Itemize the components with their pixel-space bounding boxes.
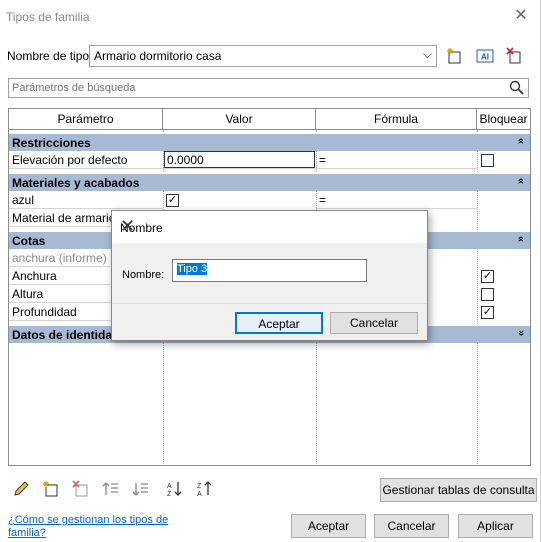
param-formula[interactable]: = — [316, 151, 477, 169]
manage-lookup-tables-button[interactable]: Gestionar tablas de consulta — [380, 478, 537, 502]
pencil-icon — [14, 481, 29, 496]
close-icon[interactable]: ✕ — [509, 5, 533, 27]
group-label: Materiales y acabados — [12, 176, 140, 190]
svg-text:Z: Z — [167, 491, 172, 498]
delete-parameter-icon — [72, 480, 88, 497]
sort-descending-button[interactable]: ZA — [194, 478, 216, 500]
column-header-value[interactable]: Valor — [163, 109, 316, 129]
window-title: Tipos de familia — [6, 10, 90, 24]
delete-type-icon — [506, 47, 521, 64]
chevron-down-icon: ⌵ — [422, 47, 432, 61]
column-header-formula[interactable]: Fórmula — [316, 109, 477, 129]
collapse-icon[interactable]: » — [515, 236, 527, 242]
move-down-icon — [132, 483, 148, 496]
lock-checkbox[interactable] — [481, 154, 494, 167]
dialog-close-icon[interactable]: ✕ — [120, 216, 419, 237]
dialog-ok-button[interactable]: Aceptar — [235, 312, 323, 334]
type-name-label: Nombre de tipo: — [7, 49, 93, 63]
sort-ascending-icon: AZ — [167, 482, 182, 498]
column-header-parameter[interactable]: Parámetro — [9, 109, 163, 129]
type-name-combobox[interactable]: Armario dormitorio casa ⌵ — [89, 45, 437, 67]
type-name-value: Armario dormitorio casa — [94, 49, 222, 63]
lock-checkbox[interactable]: ✓ — [481, 270, 494, 283]
rename-type-button[interactable]: AI — [473, 45, 497, 67]
svg-text:AI: AI — [481, 53, 489, 62]
svg-text:A: A — [167, 483, 172, 490]
column-header-lock[interactable]: Bloquear — [477, 109, 530, 129]
param-value-input[interactable]: 0.0000 — [164, 151, 315, 168]
dialog-footer: Aceptar Cancelar — [112, 304, 427, 341]
param-value-cell[interactable]: 0.0000 — [163, 151, 316, 169]
name-label: Nombre: — [122, 269, 165, 281]
move-up-icon — [102, 482, 118, 495]
search-input[interactable] — [9, 79, 499, 97]
group-label: Cotas — [12, 234, 46, 248]
grid-header: Parámetro Valor Fórmula Bloquear — [9, 109, 530, 130]
new-type-icon — [447, 48, 461, 64]
new-parameter-button[interactable] — [40, 478, 62, 500]
search-box — [8, 78, 529, 98]
delete-type-button[interactable] — [503, 45, 527, 67]
edit-parameter-button[interactable] — [10, 478, 32, 500]
move-down-button[interactable] — [130, 478, 152, 500]
family-types-window: Tipos de familia ✕ Nombre de tipo: Armar… — [0, 0, 541, 542]
ok-button[interactable]: Aceptar — [291, 514, 366, 538]
param-name: azul — [9, 191, 163, 209]
lock-checkbox[interactable]: ✓ — [481, 306, 494, 319]
name-input[interactable]: Tipo 3 — [172, 259, 367, 282]
name-dialog: Nombre ✕ Nombre: Tipo 3 Aceptar Cancelar — [111, 210, 428, 341]
value-checkbox[interactable]: ✓ — [166, 194, 179, 207]
group-label: Restricciones — [12, 136, 91, 150]
group-header-restricciones[interactable]: Restricciones » — [9, 133, 530, 151]
dialog-title-bar: Nombre ✕ — [112, 211, 427, 243]
apply-button[interactable]: Aplicar — [458, 514, 533, 538]
parameter-toolbar: AZ ZA Gestionar tablas de consulta — [8, 478, 538, 502]
table-row: azul ✓ = — [9, 191, 530, 209]
search-icon[interactable] — [508, 80, 526, 96]
rename-type-icon: AI — [476, 49, 494, 63]
collapse-icon[interactable]: » — [515, 138, 527, 144]
lock-checkbox[interactable] — [481, 288, 494, 301]
dialog-body: Nombre: Tipo 3 — [112, 243, 427, 303]
name-input-selected-text: Tipo 3 — [177, 263, 208, 275]
title-bar: Tipos de familia ✕ — [0, 0, 541, 32]
new-parameter-icon — [43, 481, 58, 497]
table-row: Elevación por defecto 0.0000 = — [9, 151, 530, 169]
svg-text:A: A — [197, 491, 202, 498]
new-type-button[interactable] — [443, 45, 467, 67]
group-label: Datos de identidad — [12, 328, 120, 342]
type-name-row: Nombre de tipo: Armario dormitorio casa … — [7, 45, 537, 67]
help-link[interactable]: ¿Cómo se gestionan los tipos de familia? — [8, 514, 188, 540]
sort-descending-icon: ZA — [197, 481, 212, 498]
move-up-button[interactable] — [100, 478, 122, 500]
delete-parameter-button[interactable] — [70, 478, 92, 500]
collapse-icon[interactable]: » — [515, 178, 527, 184]
dialog-cancel-button[interactable]: Cancelar — [330, 312, 418, 334]
group-header-materiales[interactable]: Materiales y acabados » — [9, 173, 530, 191]
sort-ascending-button[interactable]: AZ — [164, 478, 186, 500]
param-name: Elevación por defecto — [9, 151, 163, 169]
param-formula[interactable]: = — [316, 191, 477, 209]
expand-icon[interactable]: » — [515, 330, 527, 336]
cancel-button[interactable]: Cancelar — [374, 514, 449, 538]
svg-text:Z: Z — [197, 483, 202, 490]
